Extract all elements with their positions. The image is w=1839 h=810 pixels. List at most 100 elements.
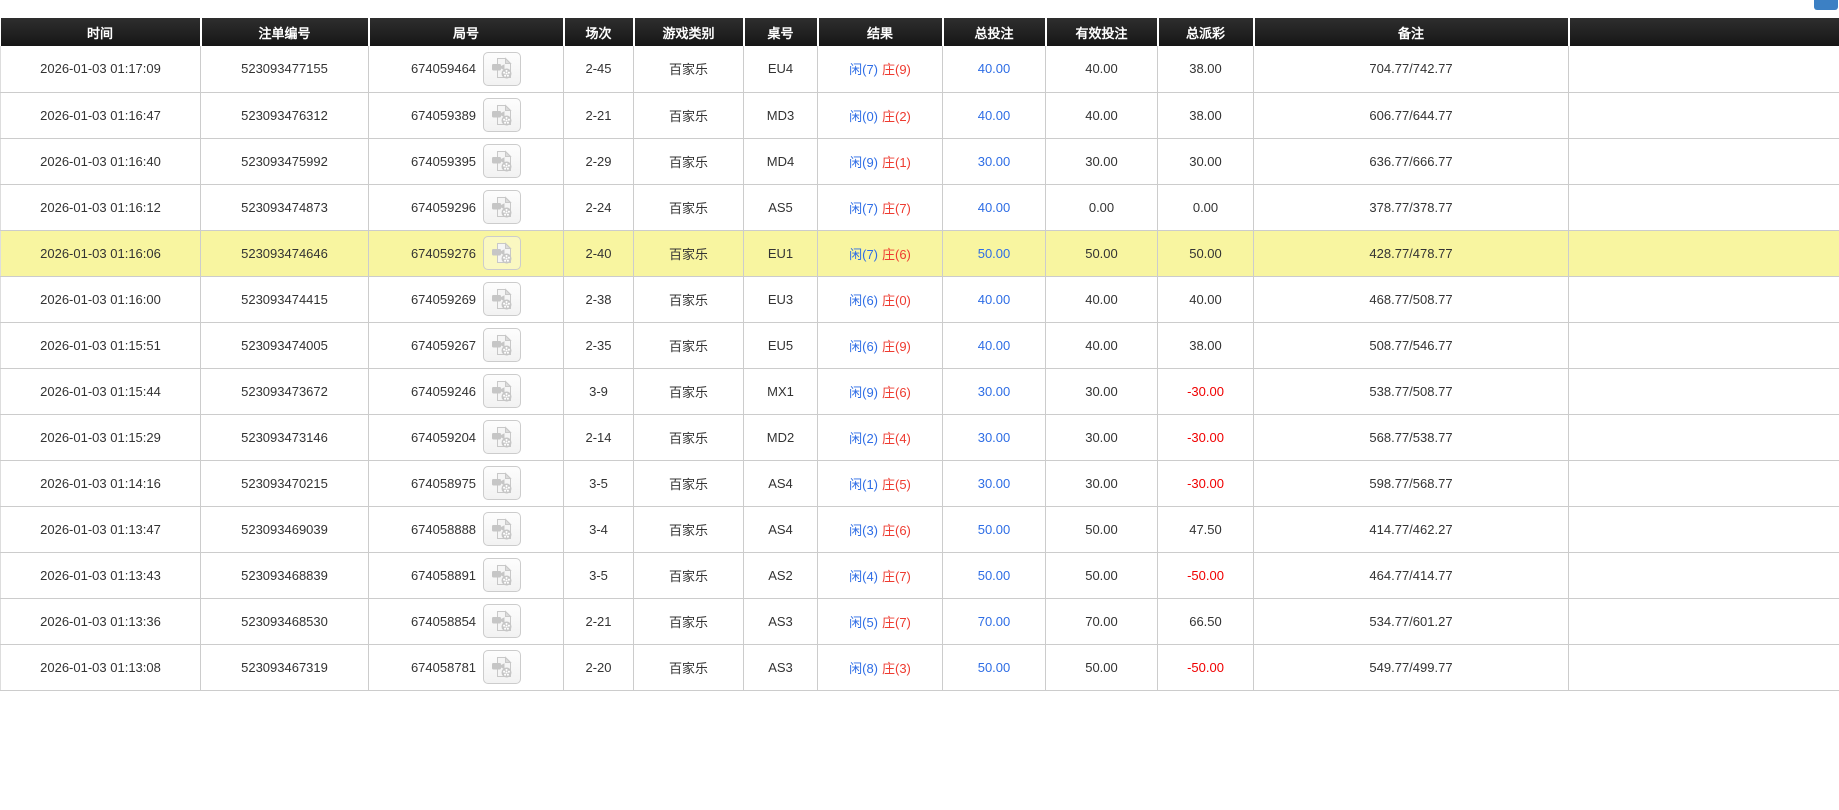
- cell-game-type: 百家乐: [633, 598, 744, 645]
- cell-valid-bet: 40.00: [1045, 276, 1158, 323]
- total-bet-link[interactable]: 50.00: [978, 522, 1011, 537]
- cell-total-bet[interactable]: 30.00: [942, 368, 1046, 415]
- table-row[interactable]: 2026-01-03 01:13:43 523093468839 6740588…: [0, 552, 1839, 599]
- video-replay-button[interactable]: [483, 650, 522, 684]
- video-replay-button[interactable]: [483, 604, 522, 638]
- cell-remark: 428.77/478.77: [1253, 230, 1569, 277]
- cell-table-no: EU4: [743, 46, 818, 93]
- total-bet-link[interactable]: 50.00: [978, 568, 1011, 583]
- total-bet-link[interactable]: 50.00: [978, 246, 1011, 261]
- cell-filler: [1568, 184, 1839, 231]
- total-bet-link[interactable]: 40.00: [978, 338, 1011, 353]
- total-bet-link[interactable]: 30.00: [978, 384, 1011, 399]
- cell-bet-id: 523093475992: [200, 138, 369, 185]
- video-replay-button[interactable]: [483, 466, 522, 500]
- video-replay-button[interactable]: [483, 328, 522, 362]
- cell-total-payout: 38.00: [1157, 322, 1254, 369]
- cell-remark: 414.77/462.27: [1253, 506, 1569, 553]
- table-row[interactable]: 2026-01-03 01:16:47 523093476312 6740593…: [0, 92, 1839, 139]
- cell-table-no: MD2: [743, 414, 818, 461]
- player-result: 闲(9): [849, 384, 878, 400]
- cell-total-payout: -30.00: [1157, 460, 1254, 507]
- table-row[interactable]: 2026-01-03 01:15:44 523093473672 6740592…: [0, 368, 1839, 415]
- header-game-type: 游戏类别: [633, 18, 745, 46]
- cell-total-bet[interactable]: 30.00: [942, 414, 1046, 461]
- total-bet-link[interactable]: 30.00: [978, 154, 1011, 169]
- video-replay-button[interactable]: [483, 190, 522, 224]
- cell-valid-bet: 50.00: [1045, 552, 1158, 599]
- total-bet-link[interactable]: 40.00: [978, 108, 1011, 123]
- cell-total-bet[interactable]: 70.00: [942, 598, 1046, 645]
- cell-result: 闲(9) 庄(6): [817, 368, 943, 415]
- video-file-icon: [491, 103, 512, 125]
- banker-result: 庄(6): [882, 246, 911, 262]
- banker-result: 庄(5): [882, 476, 911, 492]
- cell-session: 3-9: [563, 368, 634, 415]
- cell-result: 闲(7) 庄(6): [817, 230, 943, 277]
- cell-total-bet[interactable]: 30.00: [942, 460, 1046, 507]
- cell-total-bet[interactable]: 50.00: [942, 552, 1046, 599]
- table-row[interactable]: 2026-01-03 01:16:00 523093474415 6740592…: [0, 276, 1839, 323]
- table-row[interactable]: 2026-01-03 01:13:36 523093468530 6740588…: [0, 598, 1839, 645]
- total-bet-link[interactable]: 40.00: [978, 61, 1011, 76]
- cell-time: 2026-01-03 01:15:44: [0, 368, 201, 415]
- cell-total-bet[interactable]: 40.00: [942, 276, 1046, 323]
- total-bet-link[interactable]: 30.00: [978, 430, 1011, 445]
- video-replay-button[interactable]: [483, 282, 522, 316]
- video-replay-button[interactable]: [483, 558, 522, 592]
- table-row[interactable]: 2026-01-03 01:13:08 523093467319 6740587…: [0, 644, 1839, 691]
- video-replay-button[interactable]: [483, 98, 522, 132]
- cell-total-bet[interactable]: 40.00: [942, 322, 1046, 369]
- video-replay-button[interactable]: [483, 236, 522, 270]
- cell-bet-id: 523093468530: [200, 598, 369, 645]
- banker-result: 庄(3): [882, 660, 911, 676]
- player-result: 闲(6): [849, 292, 878, 308]
- cell-time: 2026-01-03 01:16:12: [0, 184, 201, 231]
- cell-table-no: AS4: [743, 506, 818, 553]
- cell-filler: [1568, 138, 1839, 185]
- table-row[interactable]: 2026-01-03 01:17:09 523093477155 6740594…: [0, 46, 1839, 93]
- cell-game-type: 百家乐: [633, 92, 744, 139]
- cell-total-bet[interactable]: 50.00: [942, 506, 1046, 553]
- cell-remark: 468.77/508.77: [1253, 276, 1569, 323]
- top-partial-button[interactable]: [1814, 0, 1838, 10]
- cell-total-bet[interactable]: 40.00: [942, 92, 1046, 139]
- total-bet-link[interactable]: 30.00: [978, 476, 1011, 491]
- cell-table-no: EU5: [743, 322, 818, 369]
- table-row[interactable]: 2026-01-03 01:15:51 523093474005 6740592…: [0, 322, 1839, 369]
- table-row[interactable]: 2026-01-03 01:14:16 523093470215 6740589…: [0, 460, 1839, 507]
- video-replay-button[interactable]: [483, 51, 522, 86]
- video-replay-button[interactable]: [483, 144, 522, 178]
- total-bet-link[interactable]: 70.00: [978, 614, 1011, 629]
- table-row[interactable]: 2026-01-03 01:15:29 523093473146 6740592…: [0, 414, 1839, 461]
- table-row[interactable]: 2026-01-03 01:16:06 523093474646 6740592…: [0, 230, 1839, 277]
- cell-total-bet[interactable]: 50.00: [942, 230, 1046, 277]
- cell-round: 674059389: [368, 92, 564, 139]
- cell-valid-bet: 50.00: [1045, 644, 1158, 691]
- cell-remark: 378.77/378.77: [1253, 184, 1569, 231]
- table-row[interactable]: 2026-01-03 01:16:40 523093475992 6740593…: [0, 138, 1839, 185]
- cell-result: 闲(9) 庄(1): [817, 138, 943, 185]
- cell-total-bet[interactable]: 40.00: [942, 46, 1046, 93]
- cell-filler: [1568, 460, 1839, 507]
- total-bet-link[interactable]: 50.00: [978, 660, 1011, 675]
- cell-total-bet[interactable]: 30.00: [942, 138, 1046, 185]
- total-bet-link[interactable]: 40.00: [978, 292, 1011, 307]
- cell-total-bet[interactable]: 50.00: [942, 644, 1046, 691]
- cell-table-no: EU1: [743, 230, 818, 277]
- cell-filler: [1568, 322, 1839, 369]
- cell-result: 闲(3) 庄(6): [817, 506, 943, 553]
- video-replay-button[interactable]: [483, 374, 522, 408]
- cell-total-bet[interactable]: 40.00: [942, 184, 1046, 231]
- cell-valid-bet: 0.00: [1045, 184, 1158, 231]
- cell-filler: [1568, 414, 1839, 461]
- banker-result: 庄(7): [882, 614, 911, 630]
- table-row[interactable]: 2026-01-03 01:16:12 523093474873 6740592…: [0, 184, 1839, 231]
- round-number: 674059296: [410, 199, 477, 215]
- table-row[interactable]: 2026-01-03 01:13:47 523093469039 6740588…: [0, 506, 1839, 553]
- video-replay-button[interactable]: [483, 420, 522, 454]
- total-bet-link[interactable]: 40.00: [978, 200, 1011, 215]
- cell-total-payout: -30.00: [1157, 414, 1254, 461]
- banker-result: 庄(6): [882, 522, 911, 538]
- video-replay-button[interactable]: [483, 512, 522, 546]
